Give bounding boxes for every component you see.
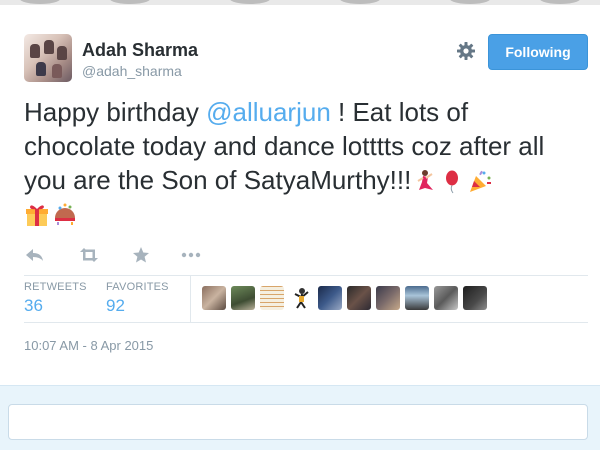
favoriter-avatar[interactable] [405, 286, 429, 310]
favoriter-avatar[interactable] [434, 286, 458, 310]
gear-icon[interactable] [456, 41, 476, 61]
balloon-emoji [446, 170, 459, 194]
reply-icon[interactable] [24, 246, 46, 264]
favoriter-avatar[interactable] [318, 286, 342, 310]
favoriter-avatar[interactable] [347, 286, 371, 310]
retweet-icon[interactable] [76, 246, 102, 264]
tweet-text: Happy birthday @alluarjun ! Eat lots of … [24, 95, 584, 231]
following-button[interactable]: Following [488, 34, 588, 70]
favoriter-avatar[interactable] [202, 286, 226, 310]
more-icon[interactable] [180, 246, 202, 264]
stats-divider-bottom [24, 322, 588, 323]
tweet-text-part1: Happy birthday [24, 97, 207, 127]
favorites-count[interactable]: 92 [106, 296, 125, 316]
favoriter-avatar[interactable] [463, 286, 487, 310]
mention-link[interactable]: @alluarjun [206, 97, 331, 127]
favoriter-avatar[interactable] [376, 286, 400, 310]
favoriter-avatar[interactable] [260, 286, 284, 310]
tweet-timestamp[interactable]: 10:07 AM - 8 Apr 2015 [24, 338, 153, 353]
avatar[interactable] [24, 34, 72, 82]
tweet-stats: RETWEETS 36 FAVORITES 92 [24, 276, 588, 322]
favorites-label: FAVORITES [106, 281, 169, 293]
reply-input[interactable] [8, 404, 588, 440]
retweets-label: RETWEETS [24, 281, 87, 293]
user-handle[interactable]: @adah_sharma [82, 63, 182, 79]
user-name[interactable]: Adah Sharma [82, 40, 198, 61]
dancer-emoji [417, 170, 434, 190]
favoriter-avatar[interactable] [231, 286, 255, 310]
favorite-icon[interactable] [130, 246, 152, 264]
stats-separator [190, 276, 191, 322]
retweets-count[interactable]: 36 [24, 296, 43, 316]
party-popper-emoji [470, 170, 492, 192]
favoriter-avatar[interactable] [289, 286, 313, 310]
gift-emoji [26, 205, 48, 226]
confetti-emoji [55, 203, 75, 225]
reply-area [0, 385, 600, 450]
